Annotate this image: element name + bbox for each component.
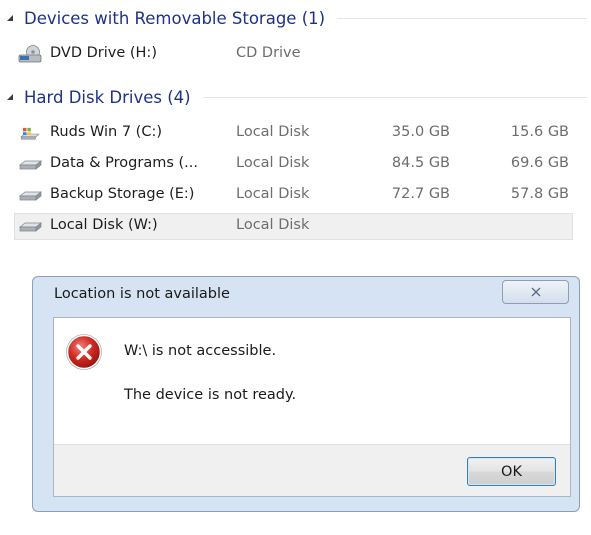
hard-drive-icon: [19, 191, 42, 201]
dialog-body: W:\ is not accessible. The device is not…: [53, 317, 571, 497]
group-title: Hard Disk Drives (4): [24, 87, 191, 107]
hard-drive-icon: [19, 160, 42, 170]
drive-type: Local Disk: [236, 186, 310, 202]
drive-name: Local Disk (W:): [50, 217, 158, 233]
drive-free-space: 57.8 GB: [510, 186, 569, 202]
drive-row[interactable]: DVD Drive (H:) CD Drive: [14, 41, 573, 68]
drive-free-space: 69.6 GB: [510, 155, 569, 171]
close-button[interactable]: [502, 280, 569, 304]
drive-free-space: 15.6 GB: [510, 124, 569, 140]
drive-type: Local Disk: [236, 217, 310, 233]
drive-type: Local Disk: [236, 155, 310, 171]
ok-button[interactable]: OK: [467, 457, 556, 486]
drive-type: CD Drive: [236, 45, 301, 61]
error-detail: The device is not ready.: [124, 387, 297, 403]
drive-name: Data & Programs (...: [50, 155, 198, 171]
drive-row-selected[interactable]: Local Disk (W:) Local Disk: [14, 213, 573, 240]
expand-arrow-icon[interactable]: [6, 14, 14, 22]
group-header-hard-disks[interactable]: Hard Disk Drives (4): [0, 85, 591, 109]
group-divider: [337, 17, 587, 19]
drive-row[interactable]: Backup Storage (E:) Local Disk 72.7 GB 5…: [14, 182, 573, 209]
error-icon: [66, 334, 102, 370]
expand-arrow-icon[interactable]: [6, 93, 14, 101]
group-divider: [202, 96, 587, 98]
dvd-drive-icon: [18, 45, 42, 63]
drive-row[interactable]: Data & Programs (... Local Disk 84.5 GB …: [14, 151, 573, 178]
windows-drive-icon: [20, 127, 40, 140]
drive-total-size: 84.5 GB: [391, 155, 450, 171]
dialog-title: Location is not available: [54, 286, 230, 302]
drive-name: Ruds Win 7 (C:): [50, 124, 162, 140]
drive-name: Backup Storage (E:): [50, 186, 195, 202]
drive-total-size: 35.0 GB: [391, 124, 450, 140]
drive-name: DVD Drive (H:): [50, 45, 157, 61]
drive-type: Local Disk: [236, 124, 310, 140]
drive-row[interactable]: Ruds Win 7 (C:) Local Disk 35.0 GB 15.6 …: [14, 120, 573, 147]
drive-total-size: 72.7 GB: [391, 186, 450, 202]
group-header-removable[interactable]: Devices with Removable Storage (1): [0, 6, 591, 30]
dialog-button-bar: OK: [54, 444, 570, 496]
group-title: Devices with Removable Storage (1): [24, 8, 326, 28]
close-icon: [531, 287, 540, 297]
error-message: W:\ is not accessible.: [124, 343, 277, 359]
hard-drive-icon: [19, 222, 42, 232]
